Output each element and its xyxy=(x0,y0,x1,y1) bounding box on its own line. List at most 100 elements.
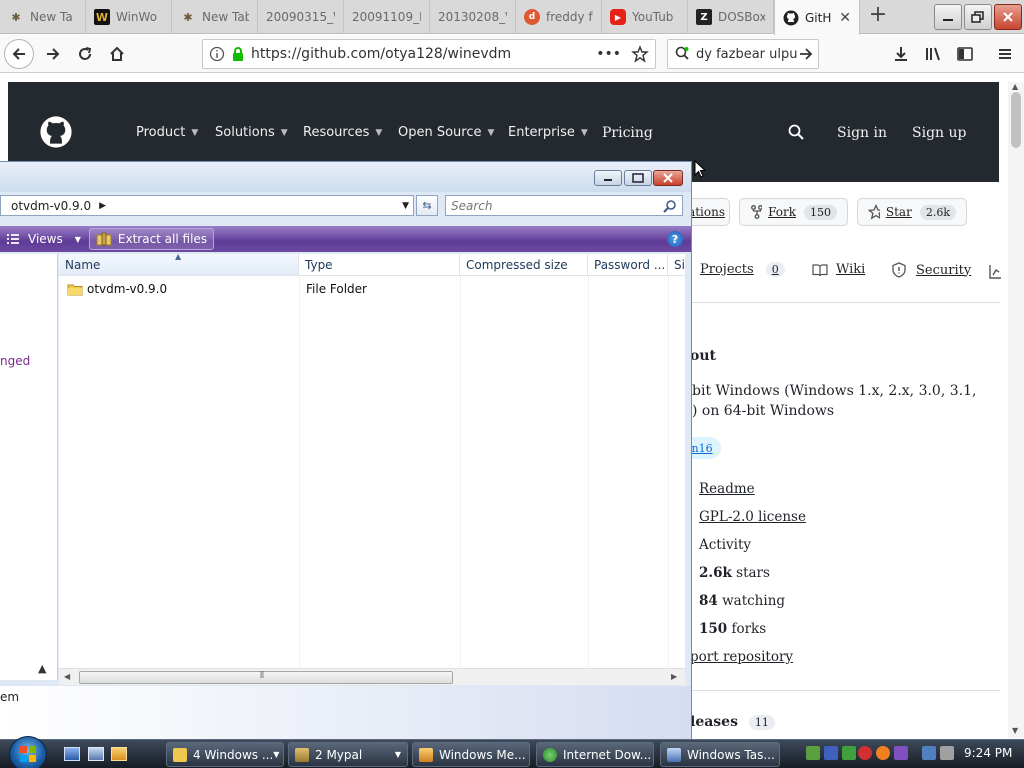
tab-wiki[interactable]: Wiki xyxy=(812,262,865,277)
taskbar-button-windows-media[interactable]: Windows Me... xyxy=(412,742,530,767)
browser-tab[interactable]: 20090315_W xyxy=(258,0,344,34)
search-icon[interactable] xyxy=(788,124,804,143)
taskbar-button-task-manager[interactable]: Windows Tas... xyxy=(660,742,780,767)
minimize-button[interactable] xyxy=(934,4,962,30)
breadcrumb-segment[interactable]: otvdm-v0.9.0 xyxy=(11,199,91,213)
network-icon[interactable] xyxy=(922,746,936,760)
browser-tab[interactable]: d freddy fa xyxy=(516,0,602,34)
scroll-left-icon[interactable]: ◀ xyxy=(64,672,70,681)
url-bar[interactable]: https://github.com/otya128/winevdm ••• xyxy=(202,39,656,69)
page-actions-menu-icon[interactable]: ••• xyxy=(596,46,621,62)
scrollbar-thumb[interactable] xyxy=(1011,92,1021,148)
switch-windows-icon[interactable] xyxy=(88,747,104,761)
collapse-chevron-icon[interactable]: ▲ xyxy=(38,662,46,675)
tray-app-icon[interactable] xyxy=(806,746,820,760)
watching-stat[interactable]: 84 watching xyxy=(699,593,785,609)
show-desktop-icon[interactable] xyxy=(64,747,80,761)
media-player-quicklaunch-icon[interactable] xyxy=(111,747,127,761)
scroll-right-icon[interactable]: ▶ xyxy=(671,672,677,681)
close-tab-icon[interactable]: ✕ xyxy=(833,10,851,26)
sign-in-link[interactable]: Sign in xyxy=(837,125,887,141)
star-button[interactable]: Star 2.6k xyxy=(857,198,967,226)
insights-graph-icon[interactable] xyxy=(989,264,1001,283)
explorer-address-bar[interactable]: otvdm-v0.9.0 ▶ ▼ xyxy=(0,195,414,216)
browser-tab-active[interactable]: GitH ✕ xyxy=(774,0,860,35)
github-logo-icon[interactable] xyxy=(40,116,72,151)
forks-stat[interactable]: 150 forks xyxy=(699,621,766,637)
browser-tab[interactable]: 20130208_V xyxy=(430,0,516,34)
nav-resources[interactable]: Resources ▼ xyxy=(303,125,382,140)
tray-app-icon[interactable] xyxy=(894,746,908,760)
fork-button[interactable]: Fork 150 xyxy=(739,198,848,226)
scroll-up-icon[interactable]: ▲ xyxy=(1012,82,1018,91)
tab-projects[interactable]: Projects 0 xyxy=(700,262,785,277)
address-dropdown-icon[interactable]: ▼ xyxy=(402,201,409,211)
search-bar[interactable]: dy fazbear ulpu xyxy=(667,39,819,69)
browser-tab[interactable]: ✱ New Tab xyxy=(172,0,258,34)
start-button[interactable] xyxy=(9,736,47,768)
downloads-button[interactable] xyxy=(886,39,916,69)
tray-app-icon[interactable] xyxy=(876,746,890,760)
breadcrumb-arrow-icon[interactable]: ▶ xyxy=(99,201,106,211)
reload-button[interactable] xyxy=(70,39,100,69)
browser-tab[interactable]: Z DOSBox xyxy=(688,0,774,34)
app-menu-button[interactable] xyxy=(990,39,1020,69)
file-row[interactable]: otvdm-v0.9.0 xyxy=(67,280,299,298)
stars-stat[interactable]: 2.6k stars xyxy=(699,565,770,581)
nav-pane-label[interactable]: nged xyxy=(0,354,30,368)
browser-tab[interactable]: ▶ YouTub xyxy=(602,0,688,34)
tray-app-icon[interactable] xyxy=(858,746,872,760)
lock-icon[interactable] xyxy=(231,46,245,62)
taskbar-button-internet-download[interactable]: Internet Dow... xyxy=(536,742,654,767)
refresh-button[interactable]: ⇆ xyxy=(416,195,438,216)
releases-heading[interactable]: leases 11 xyxy=(690,714,775,730)
nav-enterprise[interactable]: Enterprise ▼ xyxy=(508,125,588,140)
explorer-maximize-button[interactable] xyxy=(624,170,652,186)
help-icon[interactable]: ? xyxy=(667,231,683,247)
activity-link[interactable]: Activity xyxy=(699,537,751,553)
horizontal-scrollbar-thumb[interactable]: ⦀ xyxy=(79,671,453,684)
readme-link[interactable]: Readme xyxy=(699,481,755,497)
back-button[interactable] xyxy=(4,39,34,69)
column-header-password[interactable]: Password ... xyxy=(588,254,668,276)
explorer-close-button[interactable] xyxy=(653,170,683,186)
taskbar-button-windows-explorer[interactable]: 4 Windows ... ▼ xyxy=(166,742,284,767)
taskbar-button-mypal[interactable]: 2 Mypal ▼ xyxy=(288,742,408,767)
nav-pricing[interactable]: Pricing xyxy=(602,125,653,141)
browser-tab[interactable]: ✱ New Ta xyxy=(0,0,86,34)
column-header-name[interactable]: Name ▲ xyxy=(59,254,299,276)
new-tab-button[interactable]: + xyxy=(866,4,890,28)
nav-open-source[interactable]: Open Source ▼ xyxy=(398,125,494,140)
home-button[interactable] xyxy=(102,39,132,69)
explorer-minimize-button[interactable] xyxy=(594,170,622,186)
nav-solutions[interactable]: Solutions ▼ xyxy=(215,125,288,140)
search-go-arrow-icon[interactable] xyxy=(797,45,815,63)
column-header-type[interactable]: Type xyxy=(299,254,460,276)
browser-tab[interactable]: 20091109_M xyxy=(344,0,430,34)
report-repository-link[interactable]: port repository xyxy=(690,649,793,665)
browser-tab[interactable]: W WinWo xyxy=(86,0,172,34)
close-window-button[interactable] xyxy=(994,4,1022,30)
views-button[interactable]: Views ▼ xyxy=(0,228,87,250)
license-link[interactable]: GPL-2.0 license xyxy=(699,509,806,525)
column-header-compressed-size[interactable]: Compressed size xyxy=(460,254,588,276)
tray-app-icon[interactable] xyxy=(842,746,856,760)
info-icon[interactable] xyxy=(209,46,225,62)
tray-app-icon[interactable] xyxy=(824,746,838,760)
sidebar-button[interactable] xyxy=(950,39,980,69)
scroll-down-icon[interactable]: ▼ xyxy=(1012,726,1018,735)
horizontal-scrollbar[interactable]: ◀ ⦀ ▶ xyxy=(59,668,685,685)
explorer-titlebar[interactable] xyxy=(0,162,691,192)
extract-all-files-button[interactable]: Extract all files xyxy=(88,228,215,250)
restore-button[interactable] xyxy=(964,4,992,30)
library-button[interactable] xyxy=(918,39,948,69)
nav-product[interactable]: Product ▼ xyxy=(136,125,198,140)
tab-security[interactable]: Security xyxy=(892,262,971,278)
explorer-search-input[interactable]: Search xyxy=(445,195,683,216)
sign-up-link[interactable]: Sign up xyxy=(912,125,966,141)
column-header-size[interactable]: Si xyxy=(668,254,685,276)
page-scrollbar[interactable]: ▲ ▼ xyxy=(1008,82,1024,738)
forward-button[interactable] xyxy=(38,39,68,69)
volume-icon[interactable] xyxy=(940,746,954,760)
taskbar-clock[interactable]: 9:24 PM xyxy=(964,746,1012,760)
